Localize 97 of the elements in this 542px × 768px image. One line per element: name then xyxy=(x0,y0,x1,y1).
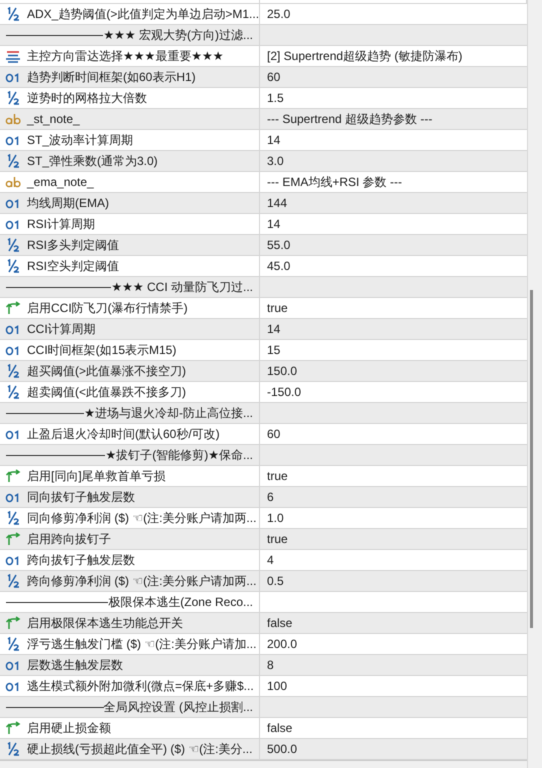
parameter-value[interactable]: --- Supertrend 超级趋势参数 --- xyxy=(267,110,432,128)
branch-arrow-icon xyxy=(5,301,21,315)
parameter-name: 止盈后退火冷却时间(默认60秒/可改) xyxy=(27,426,220,442)
number-icon xyxy=(5,553,21,567)
parameter-value[interactable]: 150.0 xyxy=(267,364,298,378)
section-header: ★★★ CCI 动量防飞刀过... xyxy=(111,278,253,296)
number-icon xyxy=(5,133,21,147)
parameter-name: 硬止损线(亏损超此值全平) ($) ☜(注:美分... xyxy=(27,740,252,758)
parameter-name: 跨向拔钉子触发层数 xyxy=(27,552,135,568)
parameter-value[interactable]: 100 xyxy=(267,679,288,693)
parameter-name: 逆势时的网格拉大倍数 xyxy=(27,90,147,106)
parameter-value[interactable]: 0.5 xyxy=(267,574,284,588)
parameter-name: 超卖阈值(<此值暴跌不接多刀) xyxy=(27,384,186,400)
parameter-value[interactable]: 14 xyxy=(267,217,280,231)
section-header: 全局风控设置 (风控止损割... xyxy=(104,698,253,716)
section-header: 极限保本逃生(Zone Reco... xyxy=(108,594,253,610)
parameter-name: CCI计算周期 xyxy=(27,320,96,338)
parameter-name: RSI计算周期 xyxy=(27,216,96,232)
parameter-value[interactable]: 60 xyxy=(267,70,280,84)
section-header: ★★★ 宏观大势(方向)过滤... xyxy=(103,26,253,44)
parameter-name: _st_note_ xyxy=(27,112,80,126)
parameter-name: 跨向修剪净利润 ($) ☜(注:美分账户请加两... xyxy=(27,572,256,590)
number-icon xyxy=(5,217,21,231)
parameter-value[interactable]: 500.0 xyxy=(267,742,298,756)
parameter-name: RSI多头判定阈值 xyxy=(27,236,120,254)
parameter-value[interactable]: 15 xyxy=(267,343,280,357)
fraction-icon xyxy=(5,742,21,756)
parameter-name: 启用极限保本逃生功能总开关 xyxy=(27,614,183,632)
fraction-icon xyxy=(5,385,21,399)
number-icon xyxy=(5,196,21,210)
branch-arrow-icon xyxy=(5,616,21,630)
number-icon xyxy=(5,322,21,336)
parameter-name: 启用CCI防飞刀(瀑布行情禁手) xyxy=(27,300,188,316)
parameter-value[interactable]: [2] Supertrend超级趋势 (敏捷防瀑布) xyxy=(267,48,462,64)
parameter-name: 同向拔钉子触发层数 xyxy=(27,488,135,506)
parameter-value[interactable]: -150.0 xyxy=(267,385,302,399)
number-icon xyxy=(5,679,21,693)
parameter-value[interactable]: true xyxy=(267,301,288,315)
parameter-value[interactable]: 45.0 xyxy=(267,259,290,273)
parameter-name: 逃生模式额外附加微利(微点=保底+多赚$... xyxy=(27,678,254,694)
parameter-value[interactable]: false xyxy=(267,721,292,735)
fraction-icon xyxy=(5,637,21,651)
number-icon xyxy=(5,343,21,357)
parameter-name: ADX_趋势阈值(>此值判定为单边启动>M1... xyxy=(27,6,259,22)
scrollbar-thumb[interactable] xyxy=(530,290,534,628)
fraction-icon xyxy=(5,7,21,21)
list-icon xyxy=(5,49,21,63)
parameter-value[interactable]: 4 xyxy=(267,553,274,567)
fraction-icon xyxy=(5,511,21,525)
parameter-value[interactable]: 25.0 xyxy=(267,7,290,21)
fraction-icon xyxy=(5,154,21,168)
parameter-name: ST_波动率计算周期 xyxy=(27,132,134,148)
parameter-value[interactable]: 14 xyxy=(267,133,280,147)
parameter-value[interactable]: --- EMA均线+RSI 参数 --- xyxy=(267,174,402,190)
parameter-name: 层数逃生触发层数 xyxy=(27,656,123,674)
parameter-value[interactable]: 200.0 xyxy=(267,637,298,651)
number-icon xyxy=(5,427,21,441)
fraction-icon xyxy=(5,238,21,252)
parameter-value[interactable]: 6 xyxy=(267,490,274,504)
text-type-icon xyxy=(5,175,21,189)
parameter-value[interactable]: true xyxy=(267,469,288,483)
parameter-value[interactable]: 1.5 xyxy=(267,91,284,105)
section-header: ★进场与退火冷却-防止高位接... xyxy=(84,404,253,422)
parameter-name: _ema_note_ xyxy=(27,175,94,189)
parameter-name: ST_弹性乘数(通常为3.0) xyxy=(27,152,158,170)
parameter-name: 浮亏逃生触发门槛 ($) ☜(注:美分账户请加... xyxy=(27,636,256,652)
parameter-value[interactable]: 3.0 xyxy=(267,154,284,168)
parameter-name: CCI时间框架(如15表示M15) xyxy=(27,342,176,358)
parameter-value[interactable]: 14 xyxy=(267,322,280,336)
parameter-name: 均线周期(EMA) xyxy=(27,194,109,212)
parameter-name: 同向修剪净利润 ($) ☜(注:美分账户请加两... xyxy=(27,510,256,526)
parameter-value[interactable]: 55.0 xyxy=(267,238,290,252)
text-type-icon xyxy=(5,112,21,126)
fraction-icon xyxy=(5,364,21,378)
number-icon xyxy=(5,70,21,84)
parameter-name: 启用跨向拔钉子 xyxy=(27,530,111,548)
parameter-name: 主控方向雷达选择★★★最重要★★★ xyxy=(27,48,224,64)
parameter-value[interactable]: 60 xyxy=(267,427,280,441)
parameter-value[interactable]: 144 xyxy=(267,196,288,210)
branch-arrow-icon xyxy=(5,469,21,483)
parameter-name: RSI空头判定阈值 xyxy=(27,258,120,274)
parameter-name: 启用[同向]尾单救首单亏损 xyxy=(27,468,166,484)
parameter-value[interactable]: 8 xyxy=(267,658,274,672)
parameter-value[interactable]: true xyxy=(267,532,288,546)
section-header: ★拔钉子(智能修剪)★保命... xyxy=(105,446,253,464)
parameter-name: 超买阈值(>此值暴涨不接空刀) xyxy=(27,362,186,380)
number-icon xyxy=(5,490,21,504)
parameter-value[interactable]: false xyxy=(267,616,292,630)
fraction-icon xyxy=(5,574,21,588)
fraction-icon xyxy=(5,91,21,105)
fraction-icon xyxy=(5,259,21,273)
parameter-name: 趋势判断时间框架(如60表示H1) xyxy=(27,68,196,86)
parameter-name: 启用硬止损金额 xyxy=(27,720,111,736)
number-icon xyxy=(5,658,21,672)
branch-arrow-icon xyxy=(5,721,21,735)
branch-arrow-icon xyxy=(5,532,21,546)
parameter-value[interactable]: 1.0 xyxy=(267,511,284,525)
